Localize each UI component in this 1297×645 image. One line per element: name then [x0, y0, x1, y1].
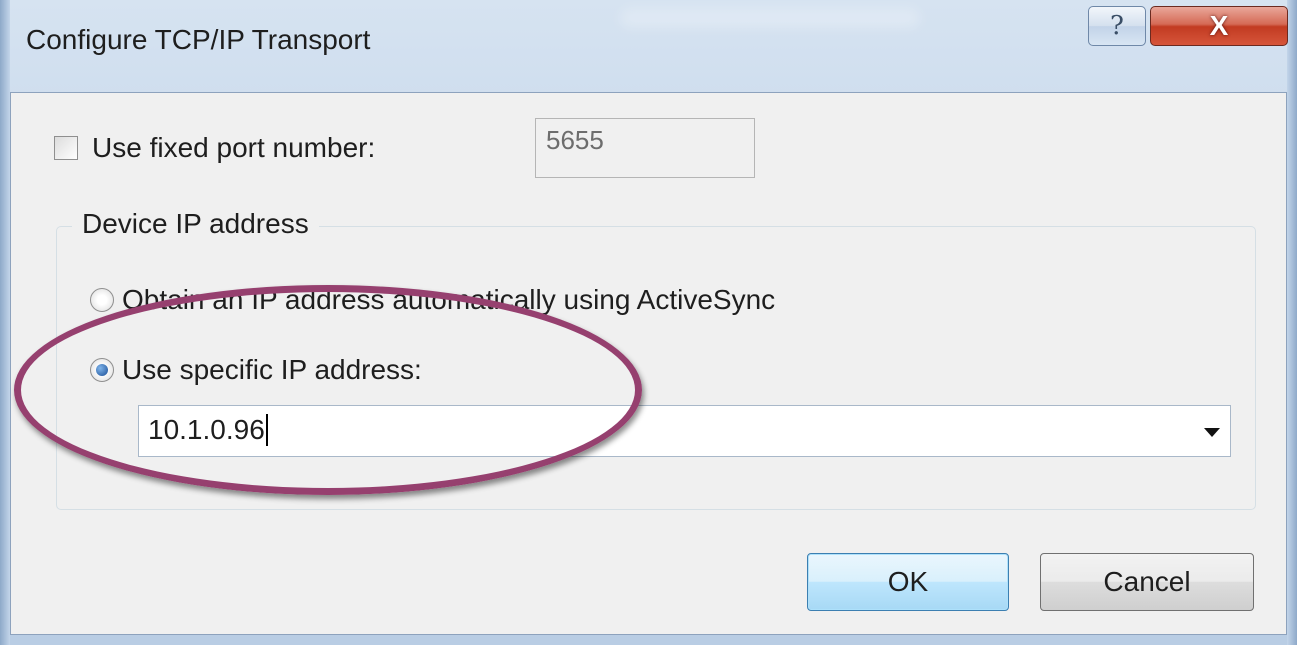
device-ip-group-label: Device IP address: [72, 208, 319, 240]
ip-address-combobox[interactable]: 10.1.0.96: [138, 405, 1231, 457]
close-x-icon: X: [1209, 10, 1229, 41]
fixed-port-checkbox[interactable]: [54, 136, 78, 160]
auto-ip-radio[interactable]: [90, 288, 114, 312]
window-title: Configure TCP/IP Transport: [26, 24, 371, 55]
port-number-field[interactable]: 5655: [535, 118, 755, 178]
fixed-port-option[interactable]: Use fixed port number:: [54, 132, 375, 164]
specific-ip-radio[interactable]: [90, 358, 114, 382]
close-button[interactable]: X: [1150, 6, 1288, 46]
help-button[interactable]: ?: [1088, 6, 1146, 46]
frame-right-border: [1287, 0, 1297, 645]
specific-ip-option[interactable]: Use specific IP address:: [90, 354, 422, 386]
ip-address-value[interactable]: 10.1.0.96: [148, 414, 268, 446]
dialog-window-frame: Configure TCP/IP Transport ? X Use fixed…: [0, 0, 1297, 645]
dropdown-arrow-icon[interactable]: [1204, 428, 1220, 437]
question-mark-icon: ?: [1110, 11, 1124, 41]
auto-ip-label: Obtain an IP address automatically using…: [122, 284, 776, 315]
specific-ip-label: Use specific IP address:: [122, 354, 422, 385]
auto-ip-option[interactable]: Obtain an IP address automatically using…: [90, 284, 775, 316]
fixed-port-label: Use fixed port number:: [92, 132, 376, 163]
frame-left-border: [0, 0, 10, 645]
title-bar[interactable]: Configure TCP/IP Transport ? X: [0, 0, 1297, 92]
cancel-button[interactable]: Cancel: [1040, 553, 1254, 611]
blurred-background-text: [620, 8, 920, 28]
ok-button[interactable]: OK: [807, 553, 1009, 611]
